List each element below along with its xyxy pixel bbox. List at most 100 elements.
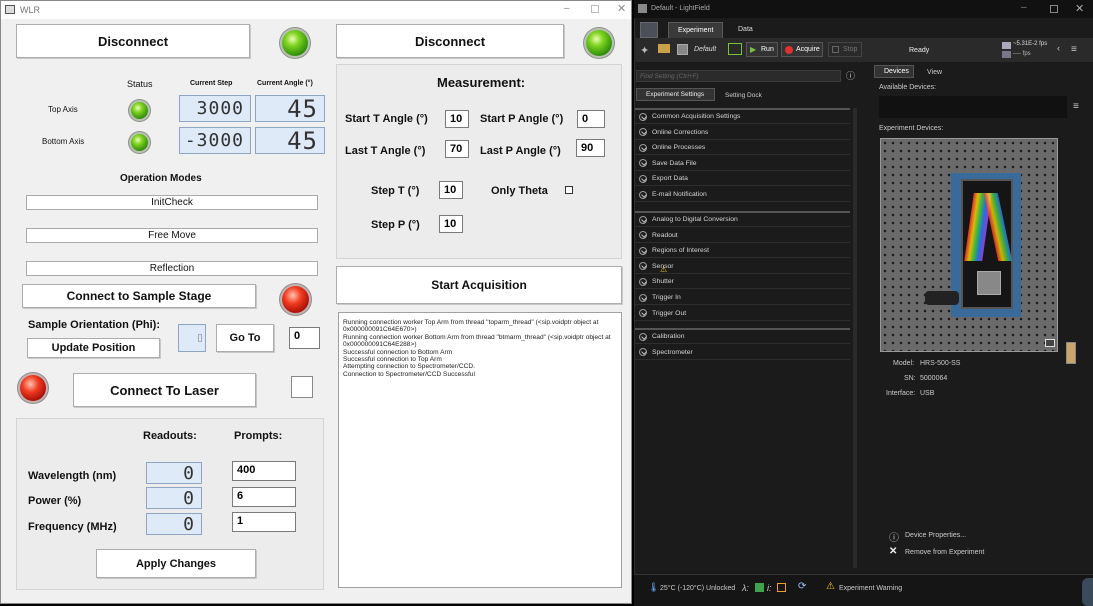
status-text: Ready	[909, 47, 930, 54]
device-properties-icon[interactable]: ⓘ	[889, 529, 899, 544]
power-label: Power (%)	[28, 495, 82, 507]
rate-icon	[1002, 42, 1011, 49]
frequency-input[interactable]: 1	[232, 512, 296, 532]
stop-icon	[832, 46, 839, 53]
update-position-button[interactable]: Update Position	[27, 338, 160, 358]
preview-icon[interactable]	[728, 43, 742, 55]
tab-experiment-settings[interactable]: Experiment Settings	[636, 88, 715, 101]
left-disconnect-button[interactable]: Disconnect	[16, 24, 250, 58]
setting-online-corrections[interactable]: Online Corrections	[635, 126, 850, 140]
apply-changes-button[interactable]: Apply Changes	[96, 549, 256, 578]
setting-spectrometer[interactable]: Spectrometer	[635, 346, 850, 360]
wavelength-input[interactable]: 400	[232, 461, 296, 481]
expand-icon	[639, 309, 647, 318]
new-experiment-icon[interactable]: ✦	[640, 44, 649, 57]
laser-checkbox[interactable]	[291, 376, 313, 398]
rate-2: ---- fps	[1013, 51, 1031, 57]
setting-trigger-out[interactable]: Trigger Out	[635, 307, 850, 321]
setting-sensor[interactable]: Sensor	[635, 260, 850, 274]
grating-turret	[977, 271, 1001, 295]
connect-laser-button[interactable]: Connect To Laser	[73, 373, 256, 407]
start-t-input[interactable]: 10	[445, 110, 469, 128]
operation-modes-heading: Operation Modes	[120, 173, 202, 184]
find-setting-input[interactable]: Find Setting (Ctrl+F)	[636, 70, 841, 82]
save-icon[interactable]	[677, 44, 688, 55]
remove-icon[interactable]: ✕	[889, 546, 897, 557]
setting-save-data-file[interactable]: Save Data File	[635, 157, 850, 171]
help-icon[interactable]: ⓘ	[846, 69, 855, 82]
expand-icon	[639, 332, 647, 341]
initcheck-button[interactable]: InitCheck	[26, 195, 318, 210]
tab-experiment[interactable]: Experiment	[668, 22, 723, 38]
experiment-devices-label: Experiment Devices:	[879, 125, 944, 132]
step-p-input[interactable]: 10	[439, 215, 463, 233]
start-acquisition-button[interactable]: Start Acquisition	[336, 266, 622, 304]
last-p-label: Last P Angle (°)	[480, 145, 561, 157]
setting-label: Analog to Digital Conversion	[652, 216, 738, 223]
edge-handle[interactable]	[1082, 578, 1093, 606]
settings-scrollbar[interactable]	[853, 108, 857, 568]
stop-button[interactable]: Stop	[828, 42, 862, 57]
setting-online-processes[interactable]: Online Processes	[635, 141, 850, 156]
lf-close-icon[interactable]: ✕	[1075, 2, 1084, 15]
device-properties-link[interactable]: Device Properties...	[905, 532, 966, 539]
lf-maximize-icon[interactable]	[1050, 5, 1058, 13]
tab-devices[interactable]: Devices	[874, 65, 914, 78]
open-folder-icon[interactable]	[658, 44, 670, 53]
lf-settings-menu-icon[interactable]: ≡	[1071, 44, 1077, 55]
tab-setting-dock[interactable]: Setting Dock	[725, 92, 762, 99]
expand-icon	[639, 246, 647, 255]
sync-icon[interactable]: ⟳	[798, 581, 806, 592]
available-devices-list[interactable]	[879, 96, 1067, 118]
lf-menu-icon[interactable]	[640, 22, 658, 38]
minimize-icon[interactable]: –	[564, 3, 570, 14]
right-status-led	[586, 30, 612, 56]
setting-shutter[interactable]: Shutter	[635, 275, 850, 290]
go-to-button[interactable]: Go To	[216, 324, 274, 352]
reflection-button[interactable]: Reflection	[26, 261, 318, 276]
setting-readout[interactable]: Readout	[635, 229, 850, 243]
measurement-heading: Measurement:	[437, 75, 526, 90]
setting-label: Online Processes	[652, 144, 706, 152]
rate-collapse-icon[interactable]: ‹	[1057, 43, 1060, 53]
expand-icon	[639, 215, 647, 224]
experiment-warning[interactable]: Experiment Warning	[839, 585, 902, 592]
setting-label: Spectrometer	[652, 348, 693, 356]
right-disconnect-button[interactable]: Disconnect	[336, 24, 564, 58]
setting-label: Calibration	[652, 333, 685, 340]
log-output: Running connection worker Top Arm from t…	[338, 312, 622, 588]
setting-trigger-in[interactable]: Trigger In	[635, 291, 850, 305]
tab-data[interactable]: Data	[738, 26, 753, 33]
acquire-button[interactable]: Acquire	[781, 42, 823, 57]
lf-minimize-icon[interactable]: –	[1021, 2, 1027, 13]
free-move-button[interactable]: Free Move	[26, 228, 318, 243]
setting-common-acquisition-settings[interactable]: Common Acquisition Settings	[635, 110, 850, 124]
tab-view[interactable]: View	[927, 69, 942, 76]
acquire-label: Acquire	[796, 46, 820, 53]
setting-export-data[interactable]: Export Data	[635, 172, 850, 187]
step-t-input[interactable]: 10	[439, 181, 463, 199]
last-t-input[interactable]: 70	[445, 140, 469, 158]
setting-e-mail-notification[interactable]: E-mail Notification	[635, 188, 850, 202]
start-p-input[interactable]: 0	[577, 110, 605, 128]
last-p-input[interactable]: 90	[576, 139, 605, 157]
remove-from-experiment-link[interactable]: Remove from Experiment	[905, 549, 984, 556]
power-input[interactable]: 6	[232, 487, 296, 507]
close-icon[interactable]: ✕	[617, 2, 626, 15]
setting-regions-of-interest[interactable]: Regions of Interest	[635, 244, 850, 259]
spectrometer-image[interactable]	[880, 138, 1058, 352]
temperature-status: 25°C (-120°C) Unlocked	[660, 585, 736, 592]
side-device-thumbnail[interactable]	[1066, 342, 1076, 364]
find-setting-placeholder: Find Setting (Ctrl+F)	[640, 73, 699, 80]
maximize-icon[interactable]	[591, 5, 599, 13]
phi-input[interactable]: 0	[289, 327, 320, 349]
image-expand-icon[interactable]	[1045, 339, 1055, 347]
warning-icon: ⚠	[826, 581, 835, 592]
setting-calibration[interactable]: Calibration	[635, 330, 850, 344]
run-button[interactable]: ▶ Run	[746, 42, 778, 57]
connect-sample-stage-button[interactable]: Connect to Sample Stage	[22, 284, 256, 308]
spectrum-beam-2	[983, 193, 1013, 261]
available-menu-icon[interactable]: ≡	[1073, 101, 1079, 112]
setting-analog-to-digital-conversion[interactable]: Analog to Digital Conversion	[635, 213, 850, 227]
only-theta-checkbox[interactable]	[565, 186, 573, 194]
